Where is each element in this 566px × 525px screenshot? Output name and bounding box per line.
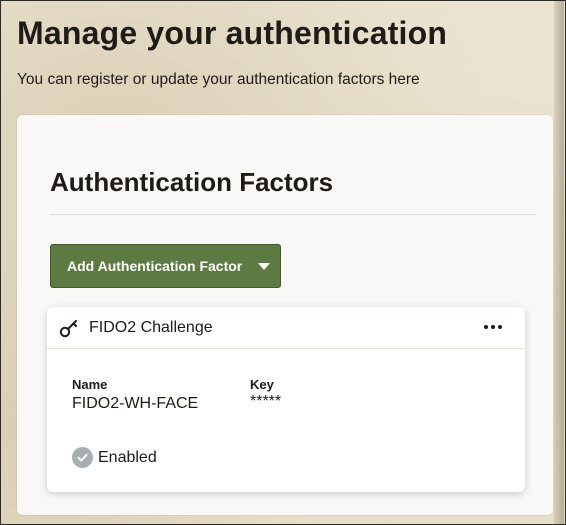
more-dot-icon <box>484 325 488 329</box>
page-title: Manage your authentication <box>17 15 448 51</box>
status-text: Enabled <box>98 448 157 466</box>
chevron-down-icon <box>258 262 271 270</box>
factor-card: FIDO2 Challenge Name FIDO2-WH-FACE Key *… <box>47 307 525 492</box>
page-frame: Manage your authentication You can regis… <box>0 0 566 525</box>
field-value-key: ***** <box>250 393 282 410</box>
page-subtitle: You can register or update your authenti… <box>17 71 420 88</box>
more-dot-icon <box>491 325 495 329</box>
field-label-key: Key <box>250 377 274 392</box>
add-button-label: Add Authentication Factor <box>67 258 243 274</box>
more-options-button[interactable] <box>481 315 505 339</box>
divider <box>50 214 536 215</box>
key-icon <box>59 320 77 338</box>
scrollbar[interactable] <box>554 1 564 524</box>
add-authentication-factor-button[interactable]: Add Authentication Factor <box>50 244 281 288</box>
field-label-name: Name <box>72 377 108 392</box>
check-circle-icon <box>72 447 93 468</box>
authentication-factors-card: Authentication Factors Add Authenticatio… <box>17 115 553 515</box>
field-value-name: FIDO2-WH-FACE <box>72 395 199 412</box>
more-dot-icon <box>498 325 502 329</box>
factor-name: FIDO2 Challenge <box>89 319 213 336</box>
status-badge: Enabled <box>72 447 157 468</box>
section-title: Authentication Factors <box>50 167 334 197</box>
factor-card-header: FIDO2 Challenge <box>47 307 525 349</box>
